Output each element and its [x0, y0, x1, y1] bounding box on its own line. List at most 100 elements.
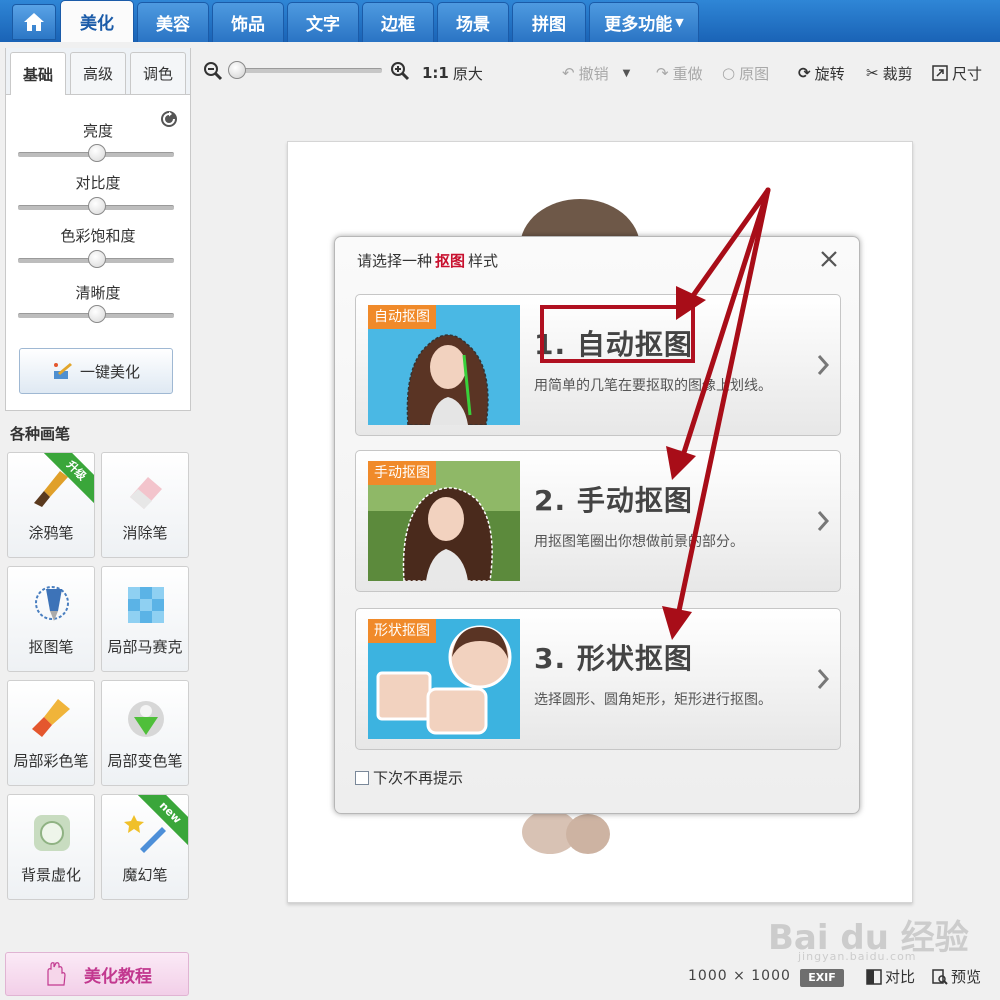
subtab-label: 高级	[82, 65, 113, 83]
graffiti-brush-button[interactable]: 升级 涂鸦笔	[7, 452, 95, 558]
chevron-right-icon	[817, 355, 830, 375]
local-recolor-brush-button[interactable]: 局部变色笔	[101, 680, 189, 786]
tab-label: 更多功能	[604, 15, 673, 35]
home-button[interactable]	[12, 4, 56, 40]
tab-frame[interactable]: 边框	[362, 2, 434, 42]
one-key-beautify-button[interactable]: 一键美化	[19, 348, 173, 394]
resize-button[interactable]: 尺寸	[932, 60, 982, 86]
original-image-button[interactable]: ○ 原图	[722, 60, 769, 86]
option-badge: 手动抠图	[368, 461, 436, 485]
option-badge: 自动抠图	[368, 305, 436, 329]
preview-label: 预览	[951, 968, 982, 986]
dialog-title-prefix: 请选择一种	[357, 252, 433, 270]
zoom-in-icon[interactable]	[390, 61, 410, 81]
dont-remind-label: 下次不再提示	[373, 769, 464, 787]
original-size-button[interactable]: 1:1 原大	[422, 60, 483, 86]
cutout-brush-button[interactable]: 抠图笔	[7, 566, 95, 672]
tab-label: 饰品	[231, 15, 265, 35]
subtab-basic[interactable]: 基础	[10, 52, 66, 95]
original-size-label: 原大	[452, 64, 483, 83]
magic-brush-button[interactable]: new 魔幻笔	[101, 794, 189, 900]
chevron-down-icon[interactable]: ▼	[623, 68, 631, 79]
auto-cutout-thumbnail: 自动抠图	[368, 305, 520, 425]
crop-button[interactable]: ✂ 裁剪	[866, 60, 913, 86]
rotate-button[interactable]: ⟳ 旋转	[798, 60, 845, 86]
option-title: 3. 形状抠图	[534, 642, 693, 675]
brush-label: 背景虚化	[20, 866, 81, 884]
pen-nib-icon	[35, 586, 69, 621]
preview-icon	[932, 968, 948, 985]
paint-bucket-icon	[128, 701, 164, 737]
original-image-label: 原图	[739, 64, 770, 83]
option-badge: 形状抠图	[368, 619, 436, 643]
manual-cutout-thumbnail: 手动抠图	[368, 461, 520, 581]
baidu-watermark: Bai du 经验 jingyan.baidu.com	[768, 910, 969, 963]
contrast-slider-handle[interactable]	[88, 197, 106, 215]
zoom-slider-handle[interactable]	[228, 61, 246, 79]
zoom-out-icon[interactable]	[203, 61, 223, 81]
close-icon[interactable]	[817, 247, 841, 271]
image-dimensions: 1000 × 1000	[688, 968, 791, 984]
brush-label: 局部彩色笔	[13, 752, 89, 770]
compare-button[interactable]: 对比	[866, 966, 915, 987]
local-color-brush-button[interactable]: 局部彩色笔	[7, 680, 95, 786]
dont-remind-checkbox[interactable]	[355, 770, 369, 785]
brush-label: 涂鸦笔	[28, 524, 74, 542]
tab-scene[interactable]: 场景	[437, 2, 509, 42]
brushes-section-title: 各种画笔	[10, 425, 71, 443]
option-description: 用简单的几笔在要抠取的图像上划线。	[534, 378, 772, 394]
contrast-label: 对比度	[75, 174, 121, 192]
resize-label: 尺寸	[952, 64, 983, 83]
auto-cutout-option[interactable]: 自动抠图 1. 自动抠图 用简单的几笔在要抠取的图像上划线。	[355, 294, 841, 436]
main-tab-bar: 美化 美容 饰品 文字 边框 场景 拼图 更多功能 ▼	[0, 0, 1000, 42]
tab-text[interactable]: 文字	[287, 2, 359, 42]
chevron-right-icon	[817, 511, 830, 531]
redo-button[interactable]: ↷ 重做	[656, 60, 703, 86]
tab-label: 拼图	[532, 15, 566, 35]
hand-icon	[47, 962, 66, 986]
color-brush-icon	[32, 699, 70, 737]
tab-accessories[interactable]: 饰品	[212, 2, 284, 42]
chevron-right-icon	[817, 669, 830, 689]
option-description: 选择圆形、圆角矩形，矩形进行抠图。	[534, 692, 772, 708]
subtab-color[interactable]: 调色	[130, 52, 186, 94]
manual-cutout-option[interactable]: 手动抠图 2. 手动抠图 用抠图笔圈出你想做前景的部分。	[355, 450, 841, 592]
sharpness-label: 清晰度	[75, 284, 121, 302]
subtab-advanced[interactable]: 高级	[70, 52, 126, 94]
tab-beautify[interactable]: 美化	[60, 0, 134, 42]
background-blur-button[interactable]: 背景虚化	[7, 794, 95, 900]
saturation-slider-handle[interactable]	[88, 250, 106, 268]
zoom-ratio-label: 1:1	[422, 64, 449, 82]
shape-cutout-option[interactable]: 形状抠图 3. 形状抠图 选择圆形、圆角矩形，矩形进行抠图。	[355, 608, 841, 750]
redo-icon: ↷	[656, 64, 669, 82]
circle-icon: ○	[722, 64, 736, 82]
dont-remind-option[interactable]: 下次不再提示	[355, 767, 463, 788]
home-icon	[24, 13, 44, 31]
sharpness-slider-handle[interactable]	[88, 305, 106, 323]
beautify-tutorial-button[interactable]: 美化教程	[5, 952, 189, 996]
tab-label: 美容	[156, 15, 190, 35]
annotation-highlight-box	[540, 305, 695, 363]
tab-label: 场景	[456, 15, 490, 35]
brightness-label: 亮度	[82, 122, 113, 140]
compare-label: 对比	[885, 968, 916, 986]
undo-button[interactable]: ↶ 撤销 ▼	[562, 60, 630, 86]
eraser-brush-button[interactable]: 消除笔	[101, 452, 189, 558]
undo-label: 撤销	[578, 64, 609, 83]
brush-label: 魔幻笔	[122, 866, 168, 884]
exif-button[interactable]: EXIF	[800, 969, 844, 987]
rotate-icon: ⟳	[798, 64, 811, 82]
mosaic-icon	[128, 587, 164, 623]
subtab-label: 调色	[142, 65, 173, 83]
compare-icon	[866, 968, 882, 985]
brush-label: 局部变色笔	[107, 752, 183, 770]
tab-more-features[interactable]: 更多功能 ▼	[589, 2, 699, 42]
local-mosaic-button[interactable]: 局部马赛克	[101, 566, 189, 672]
tab-beauty[interactable]: 美容	[137, 2, 209, 42]
eraser-icon	[130, 477, 162, 509]
preview-button[interactable]: 预览	[932, 966, 981, 987]
tab-collage[interactable]: 拼图	[512, 2, 586, 42]
undo-icon: ↶	[562, 64, 575, 82]
brightness-slider-handle[interactable]	[88, 144, 106, 162]
zoom-slider[interactable]	[232, 68, 382, 73]
